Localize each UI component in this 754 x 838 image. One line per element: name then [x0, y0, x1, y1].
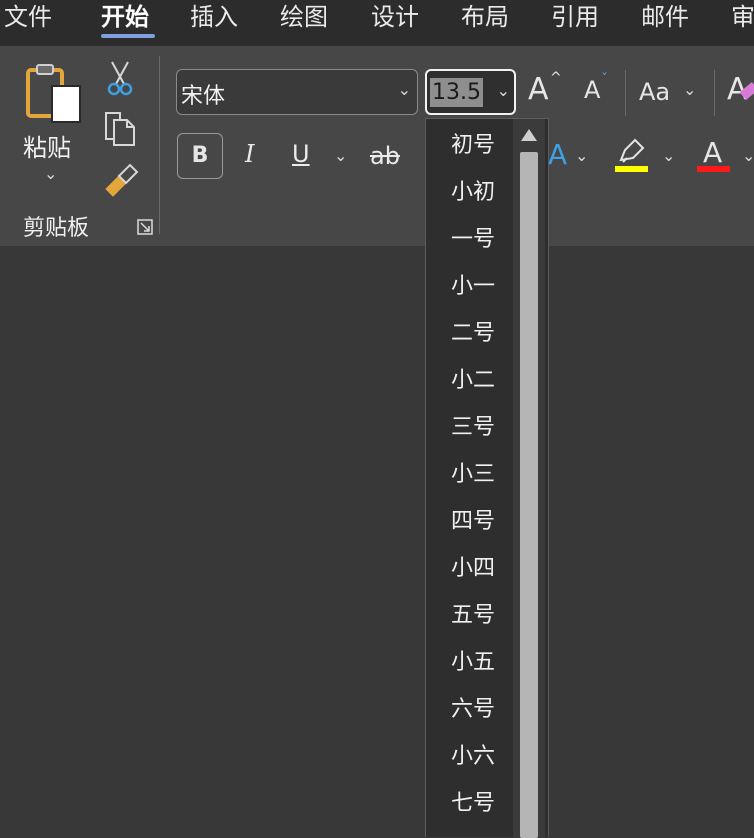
scroll-thumb[interactable]	[520, 152, 538, 838]
paste-icon	[26, 64, 81, 123]
document-canvas[interactable]	[0, 246, 754, 837]
tab-design[interactable]: 设计	[371, 0, 419, 40]
italic-button[interactable]: I	[245, 140, 254, 168]
font-size-select[interactable]: 13.5 ⌄	[425, 69, 516, 115]
list-item[interactable]: 四号	[426, 502, 520, 542]
caret-down-icon: ˇ	[601, 72, 608, 88]
font-name-value: 宋体	[181, 84, 226, 109]
chevron-down-icon[interactable]: ⌄	[575, 146, 588, 165]
list-item[interactable]: 五号	[426, 596, 520, 636]
separator	[714, 70, 715, 116]
list-item[interactable]: 小初	[426, 173, 520, 213]
tab-draw[interactable]: 绘图	[280, 0, 328, 40]
list-item[interactable]: 一号	[426, 220, 520, 260]
list-item[interactable]: 三号	[426, 408, 520, 448]
font-color-icon[interactable]: A	[703, 136, 722, 169]
strikethrough-button[interactable]: ab	[370, 142, 400, 170]
font-color-bar	[697, 166, 730, 172]
font-name-select[interactable]: 宋体 ⌄	[176, 69, 418, 115]
text-effects-icon[interactable]: A	[548, 138, 567, 171]
grow-font-icon: A	[528, 72, 549, 107]
paste-label: 粘贴	[23, 134, 71, 162]
clipboard-group-label: 剪贴板	[23, 216, 90, 241]
chevron-down-icon: ⌄	[496, 81, 510, 100]
tab-mailings[interactable]: 邮件	[641, 0, 689, 40]
separator	[625, 70, 626, 116]
highlight-color-bar	[615, 166, 648, 172]
active-tab-indicator	[101, 34, 155, 38]
tab-insert[interactable]: 插入	[190, 0, 238, 40]
list-item[interactable]: 小二	[426, 361, 520, 401]
shrink-font-icon: A	[584, 76, 601, 104]
font-size-dropdown: 初号 小初 一号 小一 二号 小二 三号 小三 四号 小四 五号 小五 六号 小…	[425, 118, 549, 838]
list-item[interactable]: 小五	[426, 643, 520, 683]
list-item[interactable]: 小三	[426, 455, 520, 495]
chevron-down-icon[interactable]: ⌄	[662, 146, 675, 165]
list-item[interactable]: 小六	[426, 737, 520, 777]
list-item[interactable]: 小四	[426, 549, 520, 589]
tab-review[interactable]: 审	[731, 0, 754, 40]
underline-button[interactable]: U	[292, 140, 310, 168]
tab-layout[interactable]: 布局	[461, 0, 509, 40]
chevron-down-icon: ⌄	[397, 80, 411, 99]
copy-icon[interactable]	[103, 111, 137, 147]
list-item[interactable]: 初号	[426, 126, 520, 166]
shrink-font-button[interactable]: A ˇ	[584, 72, 618, 114]
tab-references[interactable]: 引用	[551, 0, 599, 40]
change-case-button[interactable]: Aa ⌄	[639, 78, 697, 112]
list-item[interactable]: 六号	[426, 690, 520, 730]
clear-format-button[interactable]: A	[727, 72, 754, 112]
grow-font-button[interactable]: A ^	[528, 70, 562, 112]
dialog-launcher-icon[interactable]	[137, 219, 153, 235]
format-painter-icon[interactable]	[103, 163, 139, 197]
cut-icon[interactable]	[106, 60, 134, 96]
list-item[interactable]: 二号	[426, 314, 520, 354]
scroll-up-icon[interactable]	[521, 129, 537, 141]
font-size-value[interactable]: 13.5	[430, 78, 483, 107]
chevron-down-icon: ⌄	[683, 80, 697, 99]
list-item[interactable]: 小一	[426, 267, 520, 307]
bold-button[interactable]: B	[177, 133, 223, 179]
group-separator	[159, 56, 160, 234]
list-item[interactable]: 七号	[426, 784, 520, 824]
menu-bar: 文件 开始 插入 绘图 设计 布局 引用 邮件 审	[0, 0, 754, 46]
chevron-down-icon[interactable]: ⌄	[742, 146, 754, 165]
highlight-icon[interactable]	[615, 136, 649, 166]
tab-file[interactable]: 文件	[4, 0, 52, 40]
caret-up-icon: ^	[550, 70, 562, 86]
change-case-label: Aa	[639, 78, 671, 106]
chevron-down-icon[interactable]: ⌄	[334, 146, 347, 165]
chevron-down-icon[interactable]: ⌄	[44, 164, 57, 183]
